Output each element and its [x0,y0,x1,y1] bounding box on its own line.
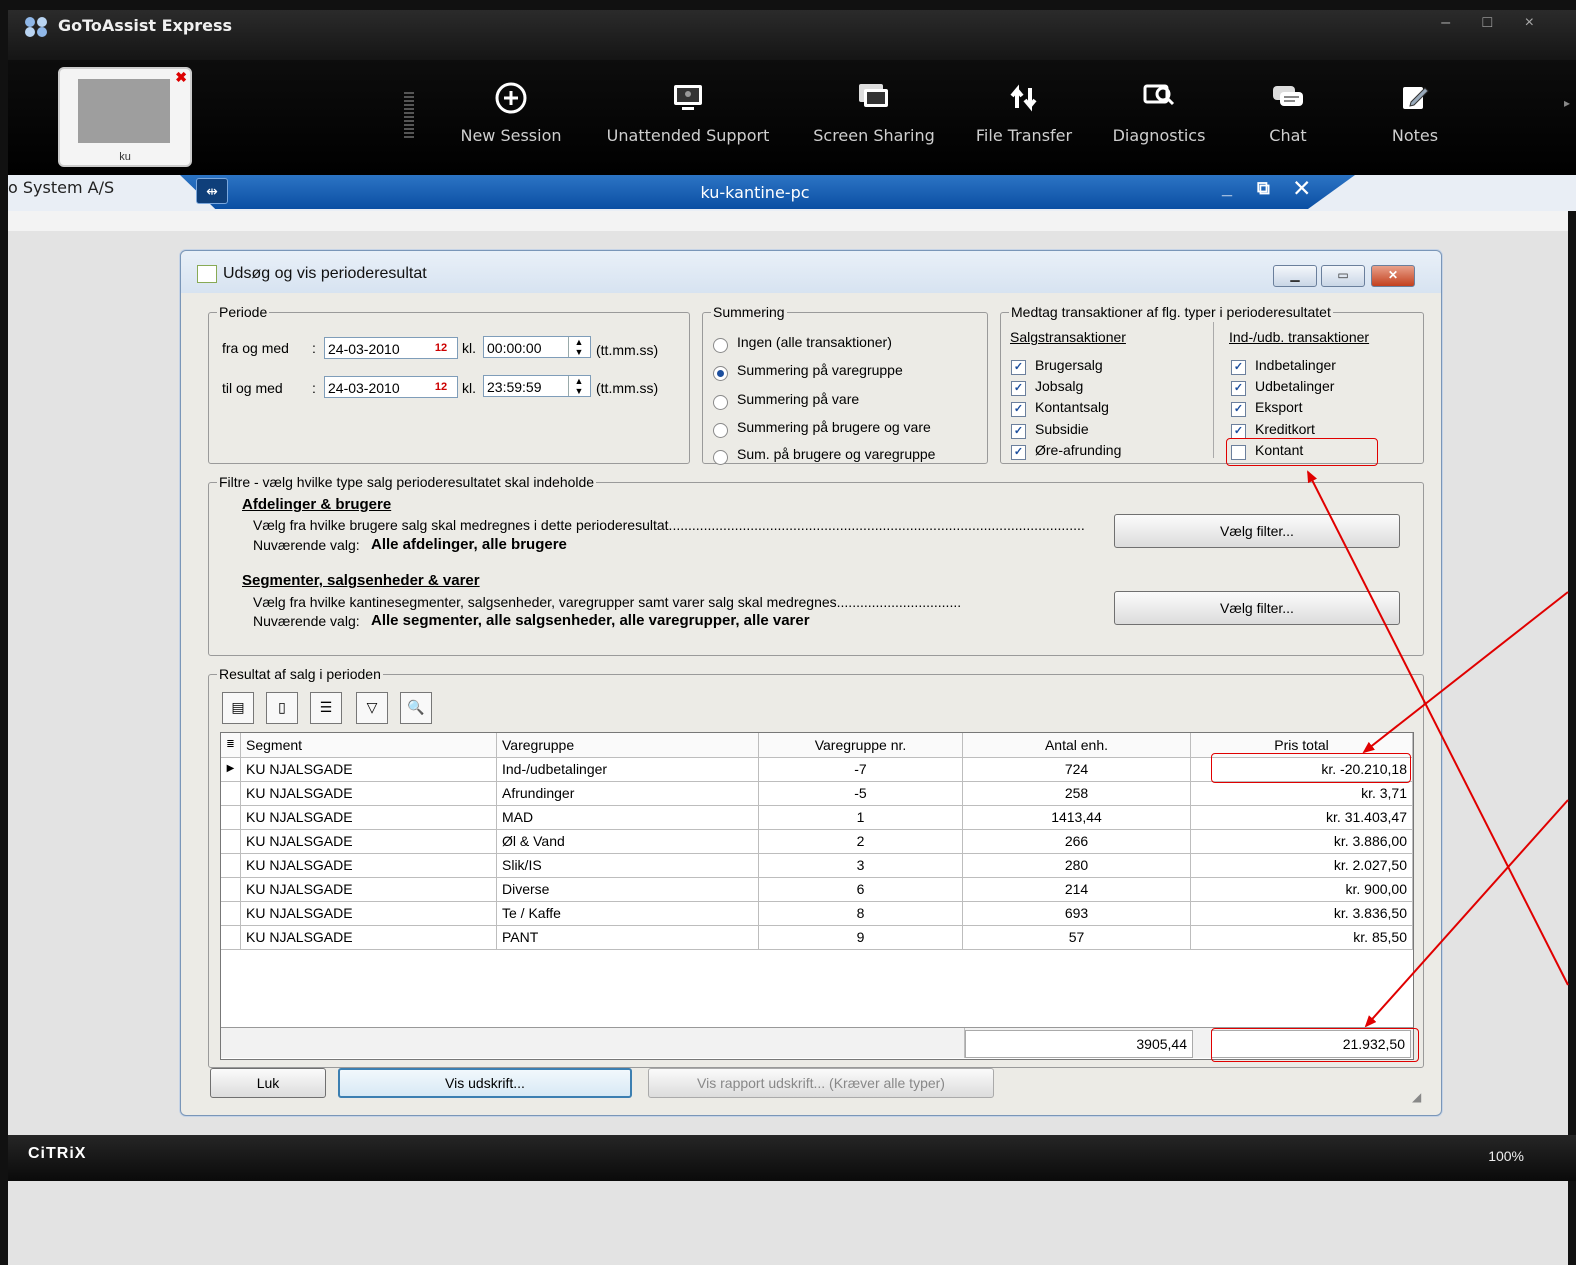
zoom-level[interactable]: 100% [1488,1148,1524,1164]
arrow-to-kontant [1307,470,1569,986]
citrix-logo: CiTRiX [28,1145,87,1162]
annotation-arrows [1307,470,1569,1028]
status-bar [8,1135,1576,1181]
arrow-to-first-price [1362,591,1569,754]
arrow-to-total [1364,799,1569,1028]
